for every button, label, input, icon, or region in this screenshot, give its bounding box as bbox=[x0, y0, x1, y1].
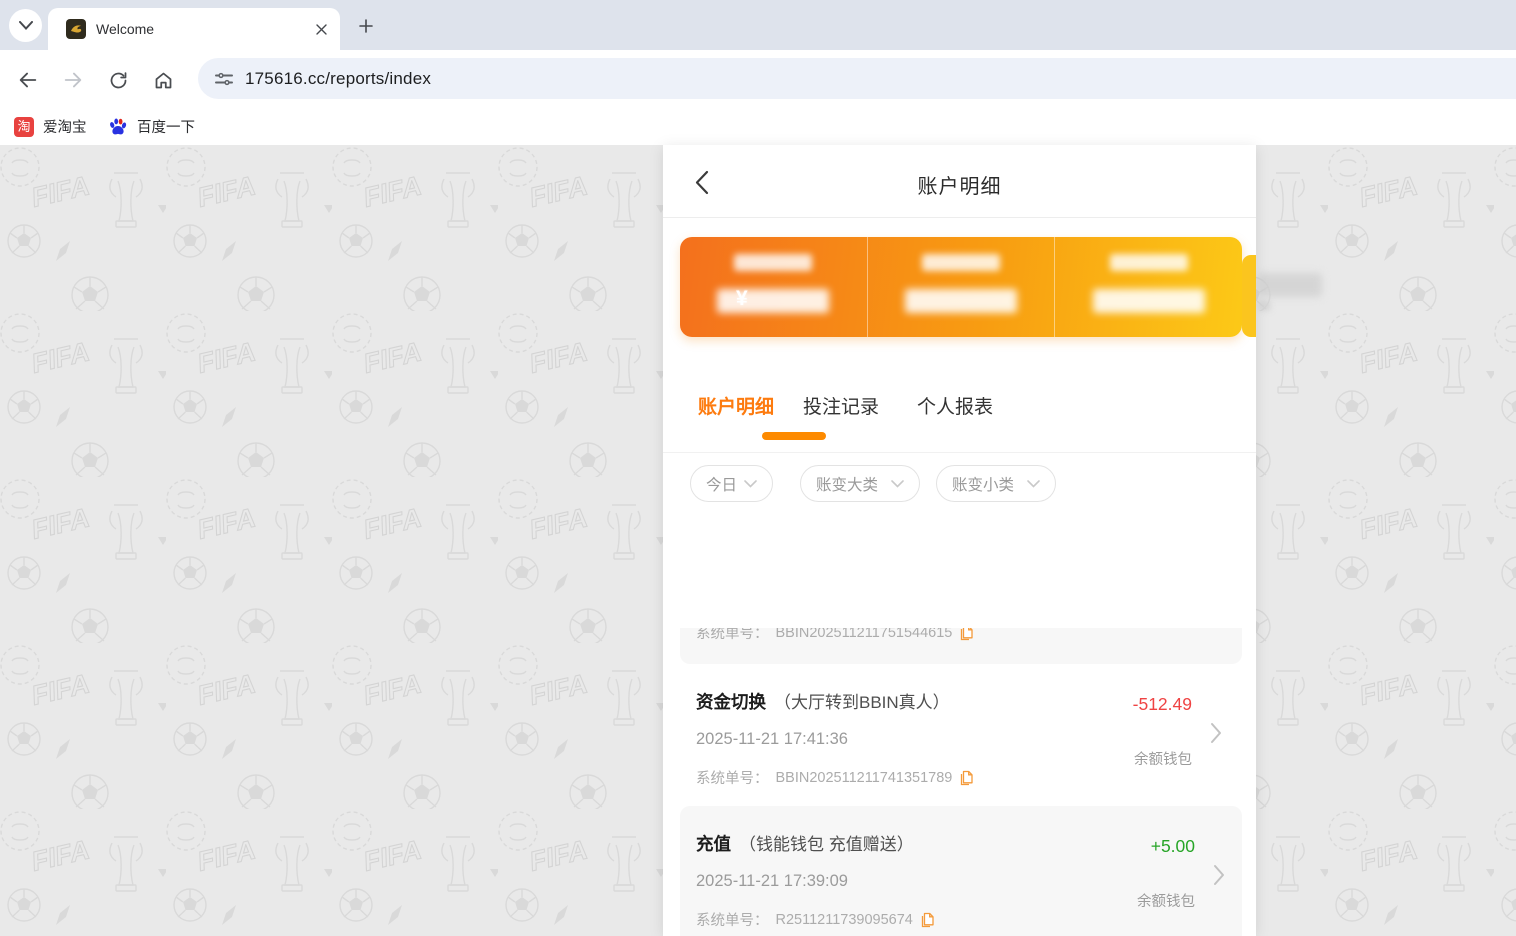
url-bar[interactable]: 175616.cc/reports/index bbox=[198, 58, 1516, 99]
filter-bar: 今日 账变大类 账变小类 bbox=[663, 453, 1256, 510]
bookmark-aitaobao[interactable]: 淘 爱淘宝 bbox=[14, 114, 87, 139]
masked-label bbox=[1109, 254, 1188, 271]
chevron-right-icon[interactable] bbox=[1210, 722, 1222, 749]
copy-icon[interactable] bbox=[959, 770, 974, 786]
order-number-line: 系统单号： R2511211739095674 bbox=[696, 909, 934, 930]
tab-personal-report[interactable]: 个人报表 bbox=[917, 392, 993, 419]
browser-tab[interactable]: Welcome bbox=[48, 8, 340, 50]
order-number: R2511211739095674 bbox=[775, 911, 913, 928]
summary-col-1: ¥ bbox=[680, 237, 867, 337]
transaction-row[interactable]: 充值 （钱能钱包 充值赠送） 2025-11-21 17:39:09 系统单号： … bbox=[680, 806, 1242, 936]
order-label: 系统单号： bbox=[696, 628, 769, 642]
chevron-down-icon bbox=[1027, 479, 1040, 488]
browser-toolbar: 175616.cc/reports/index bbox=[0, 50, 1516, 108]
page-title: 账户明细 bbox=[917, 176, 1002, 198]
row-type: 充值 bbox=[696, 834, 731, 854]
amount-positive: +5.00 bbox=[1150, 836, 1195, 856]
masked-amount bbox=[1092, 289, 1205, 313]
browser-tab-strip: Welcome bbox=[0, 0, 1516, 50]
filter-minor-type-dropdown[interactable]: 账变小类 bbox=[936, 465, 1056, 502]
order-label: 系统单号： bbox=[696, 771, 769, 787]
row-type: 资金切换 bbox=[696, 692, 766, 712]
chevron-down-icon bbox=[744, 479, 757, 488]
bookmarks-bar: 淘 爱淘宝 百度一下 bbox=[0, 108, 1516, 145]
copy-icon[interactable] bbox=[959, 628, 974, 641]
taobao-icon: 淘 bbox=[14, 116, 34, 137]
wallet-label: 余额钱包 bbox=[1134, 752, 1192, 768]
account-detail-panel: 账户明细 ¥ 账户明细 投注记录 个人报表 今日 账变大类 账变小类 系统单号：… bbox=[663, 145, 1256, 936]
row-datetime: 2025-11-21 17:39:09 bbox=[696, 872, 848, 890]
tab-account-detail[interactable]: 账户明细 bbox=[698, 392, 774, 419]
tab-title: Welcome bbox=[96, 21, 155, 37]
summary-col-3 bbox=[1054, 237, 1242, 337]
section-tabs: 账户明细 投注记录 个人报表 bbox=[663, 364, 1256, 453]
page-viewport: FIFA 账户明细 ¥ bbox=[0, 145, 1516, 936]
panel-header: 账户明细 bbox=[663, 145, 1256, 218]
tab-bet-records[interactable]: 投注记录 bbox=[803, 392, 879, 419]
row-subtitle: （大厅转到BBIN真人） bbox=[774, 693, 950, 712]
filter-label: 今日 bbox=[706, 476, 738, 494]
order-number: BBIN202511211751544615 bbox=[775, 628, 953, 641]
chevron-right-icon[interactable] bbox=[1213, 864, 1225, 891]
url-text[interactable]: 175616.cc/reports/index bbox=[245, 69, 431, 89]
transaction-row[interactable]: 资金切换 （大厅转到BBIN真人） 2025-11-21 17:41:36 系统单… bbox=[663, 664, 1256, 806]
currency-symbol: ¥ bbox=[736, 287, 748, 310]
summary-card[interactable]: ¥ bbox=[680, 237, 1242, 337]
row-title: 充值 （钱能钱包 充值赠送） bbox=[696, 830, 914, 856]
filter-label: 账变大类 bbox=[816, 476, 879, 494]
bookmark-label: 爱淘宝 bbox=[43, 120, 87, 136]
copy-icon[interactable] bbox=[920, 912, 934, 928]
order-number-line: 系统单号： BBIN202511211751544615 bbox=[696, 628, 974, 643]
new-tab-button[interactable] bbox=[352, 12, 380, 40]
masked-label bbox=[734, 254, 813, 271]
blurred-artifact bbox=[1258, 273, 1322, 297]
site-info-icon[interactable] bbox=[211, 66, 237, 92]
row-datetime: 2025-11-21 17:41:36 bbox=[696, 730, 848, 748]
row-subtitle: （钱能钱包 充值赠送） bbox=[739, 835, 914, 854]
masked-amount bbox=[905, 289, 1017, 313]
transaction-list[interactable]: 系统单号： BBIN202511211751544615 资金切换 （大厅转到BB… bbox=[663, 628, 1256, 936]
summary-card-zone: ¥ bbox=[663, 218, 1256, 364]
masked-label bbox=[922, 254, 1000, 271]
chevron-down-icon bbox=[891, 479, 904, 488]
amount-negative: -512.49 bbox=[1132, 694, 1192, 714]
home-button[interactable] bbox=[150, 67, 176, 93]
filter-date-dropdown[interactable]: 今日 bbox=[690, 465, 773, 502]
next-card-peek[interactable] bbox=[1242, 255, 1256, 337]
blurred-artifact bbox=[1258, 300, 1271, 311]
tab-close-icon[interactable] bbox=[312, 20, 330, 38]
filter-label: 账变小类 bbox=[952, 476, 1015, 494]
baidu-paw-icon bbox=[108, 117, 128, 137]
filter-major-type-dropdown[interactable]: 账变大类 bbox=[800, 465, 920, 502]
transaction-row-partial[interactable]: 系统单号： BBIN202511211751544615 bbox=[680, 628, 1242, 664]
chevron-down-icon bbox=[18, 21, 33, 30]
order-number-line: 系统单号： BBIN202511211741351789 bbox=[696, 767, 974, 788]
row-title: 资金切换 （大厅转到BBIN真人） bbox=[696, 688, 950, 714]
order-number: BBIN202511211741351789 bbox=[775, 769, 953, 786]
bookmark-baidu[interactable]: 百度一下 bbox=[108, 114, 195, 139]
forward-button[interactable] bbox=[60, 67, 86, 93]
bookmark-label: 百度一下 bbox=[137, 120, 195, 136]
order-label: 系统单号： bbox=[696, 913, 769, 929]
wallet-label: 余额钱包 bbox=[1137, 894, 1195, 910]
active-tab-underline bbox=[762, 432, 826, 440]
tab-search-button[interactable] bbox=[9, 9, 42, 42]
summary-col-2 bbox=[866, 237, 1055, 337]
masked-amount bbox=[717, 289, 830, 313]
site-favicon bbox=[66, 19, 86, 39]
back-button[interactable] bbox=[15, 67, 41, 93]
reload-button[interactable] bbox=[105, 67, 131, 93]
